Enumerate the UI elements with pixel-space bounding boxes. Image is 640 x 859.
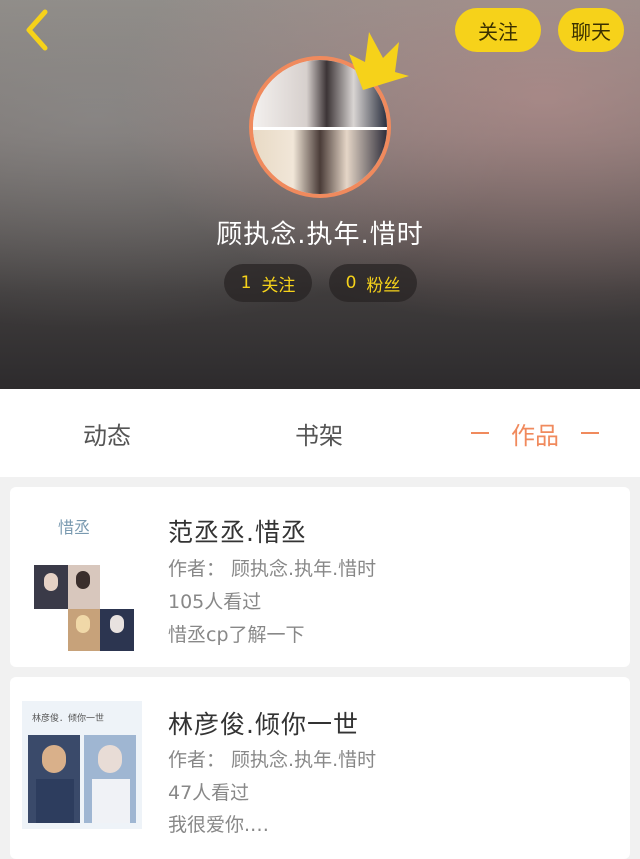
following-count: 1 xyxy=(240,273,252,293)
cover-title: 惜丞 xyxy=(58,518,90,537)
back-button[interactable] xyxy=(14,8,58,52)
chevron-left-icon xyxy=(26,9,48,51)
crown-icon xyxy=(349,32,409,90)
book-description: 我很爱你.… xyxy=(168,814,270,836)
book-description: 惜丞cp了解一下 xyxy=(168,624,305,646)
tab-bookshelf[interactable]: 书架 xyxy=(262,389,376,477)
book-cover: 林彦俊．倾你一世 xyxy=(22,701,142,829)
book-title: 范丞丞.惜丞 xyxy=(168,518,307,547)
profile-tabs: 动态 书架 作品 xyxy=(0,389,640,477)
tab-activity[interactable]: 动态 xyxy=(50,389,164,477)
book-title: 林彦俊.倾你一世 xyxy=(168,710,359,739)
fans-count: 0 xyxy=(345,273,357,293)
tab-works[interactable]: 作品 xyxy=(455,389,615,477)
book-author: 作者： 顾执念.执年.惜时 xyxy=(168,749,377,771)
book-author: 作者： 顾执念.执年.惜时 xyxy=(168,558,377,580)
profile-header: 关注 聊天 顾执念.执年.惜时 1 关注 0 粉丝 xyxy=(0,0,640,389)
book-cover: 惜丞 xyxy=(22,499,142,655)
chat-button[interactable]: 聊天 xyxy=(558,8,624,52)
follow-button[interactable]: 关注 xyxy=(455,8,541,52)
cover-title: 林彦俊．倾你一世 xyxy=(32,712,104,724)
book-views: 105人看过 xyxy=(168,591,262,613)
following-label: 关注 xyxy=(261,275,296,296)
fans-stat[interactable]: 0 粉丝 xyxy=(329,264,417,302)
fans-label: 粉丝 xyxy=(366,275,401,296)
book-views: 47人看过 xyxy=(168,782,250,804)
tab-works-label: 作品 xyxy=(511,421,559,450)
tab-indicator-left xyxy=(471,432,489,434)
following-stat[interactable]: 1 关注 xyxy=(224,264,312,302)
username: 顾执念.执年.惜时 xyxy=(216,220,424,250)
work-card[interactable]: 惜丞 范丞丞.惜丞 作者： 顾执念.执年.惜时 105人看过 惜丞cp了解一下 xyxy=(10,487,630,667)
tab-indicator-right xyxy=(581,432,599,434)
work-card[interactable]: 林彦俊．倾你一世 林彦俊.倾你一世 作者： 顾执念.执年.惜时 47人看过 我很… xyxy=(10,677,630,859)
